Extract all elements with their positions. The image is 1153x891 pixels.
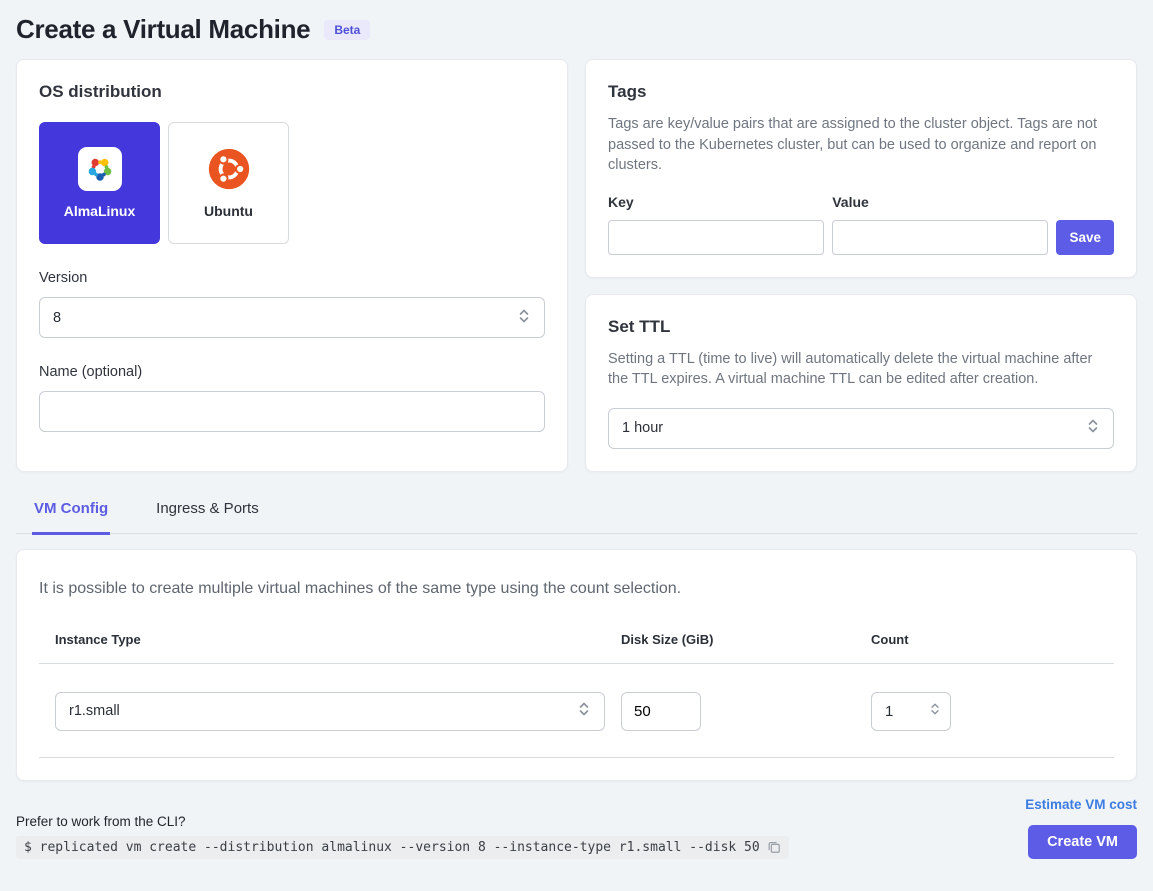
cli-command: $ replicated vm create --distribution al… (24, 840, 760, 855)
os-tile-ubuntu-label: Ubuntu (204, 203, 253, 219)
cli-command-block: $ replicated vm create --distribution al… (16, 836, 789, 859)
ttl-select-value: 1 hour (622, 420, 663, 436)
version-select[interactable]: 8 (39, 297, 545, 338)
ttl-card: Set TTL Setting a TTL (time to live) wil… (585, 294, 1137, 472)
instance-type-select[interactable]: r1.small (55, 692, 605, 731)
tags-card: Tags Tags are key/value pairs that are a… (585, 59, 1137, 278)
instance-type-value: r1.small (69, 703, 120, 719)
vm-config-info: It is possible to create multiple virtua… (17, 572, 1136, 598)
ttl-description: Setting a TTL (time to live) will automa… (608, 349, 1114, 390)
vm-table-header: Instance Type Disk Size (GiB) Count (17, 632, 1136, 647)
ttl-heading: Set TTL (608, 317, 1114, 337)
chevron-up-down-icon (577, 701, 591, 721)
estimate-vm-cost-link[interactable]: Estimate VM cost (1025, 797, 1137, 812)
tags-heading: Tags (608, 82, 1114, 102)
name-input[interactable] (39, 391, 545, 432)
tag-key-input[interactable] (608, 220, 824, 255)
table-row: r1.small 1 (17, 692, 1136, 731)
chevron-up-down-icon (929, 702, 941, 720)
ttl-select[interactable]: 1 hour (608, 408, 1114, 449)
os-tiles: AlmaLinux (39, 122, 545, 244)
vm-config-card: It is possible to create multiple virtua… (16, 549, 1137, 781)
os-distribution-heading: OS distribution (39, 82, 545, 102)
tabs: VM Config Ingress & Ports (16, 496, 1137, 534)
count-stepper[interactable]: 1 (871, 692, 951, 731)
disk-size-input[interactable] (621, 692, 701, 731)
name-label: Name (optional) (39, 364, 545, 380)
cli-section: Prefer to work from the CLI? $ replicate… (16, 814, 789, 859)
column-count: Count (871, 632, 1098, 647)
column-instance-type: Instance Type (55, 632, 621, 647)
tag-value-input[interactable] (832, 220, 1048, 255)
version-label: Version (39, 270, 545, 286)
beta-badge: Beta (324, 20, 370, 40)
chevron-up-down-icon (517, 308, 531, 328)
top-grid: OS distribution AlmaLinux (16, 59, 1137, 472)
os-tile-almalinux[interactable]: AlmaLinux (39, 122, 160, 244)
chevron-up-down-icon (1086, 418, 1100, 438)
tag-key-col: Key (608, 194, 824, 255)
right-column: Tags Tags are key/value pairs that are a… (585, 59, 1137, 472)
os-tile-ubuntu[interactable]: Ubuntu (168, 122, 289, 244)
almalinux-icon (78, 147, 122, 191)
footer: Prefer to work from the CLI? $ replicate… (16, 797, 1137, 859)
tags-description: Tags are key/value pairs that are assign… (608, 114, 1114, 176)
tag-value-col: Value (832, 194, 1048, 255)
tab-ingress-ports[interactable]: Ingress & Ports (154, 496, 261, 533)
tab-vm-config[interactable]: VM Config (32, 496, 110, 535)
count-value: 1 (885, 703, 893, 720)
tags-form: Key Value Save (608, 194, 1114, 255)
table-header-divider (39, 663, 1114, 664)
column-disk-size: Disk Size (GiB) (621, 632, 871, 647)
footer-actions: Estimate VM cost Create VM (1025, 797, 1137, 859)
page-header: Create a Virtual Machine Beta (16, 12, 1137, 59)
ubuntu-icon (207, 147, 251, 191)
os-distribution-card: OS distribution AlmaLinux (16, 59, 568, 472)
save-button[interactable]: Save (1056, 220, 1114, 255)
page-title: Create a Virtual Machine (16, 14, 310, 45)
tag-key-label: Key (608, 194, 824, 210)
version-select-value: 8 (53, 310, 61, 326)
create-vm-button[interactable]: Create VM (1028, 825, 1137, 859)
os-tile-almalinux-label: AlmaLinux (64, 203, 136, 219)
cli-prompt: Prefer to work from the CLI? (16, 814, 789, 829)
tag-value-label: Value (832, 194, 1048, 210)
copy-icon[interactable] (767, 840, 781, 854)
table-row-divider (39, 757, 1114, 758)
